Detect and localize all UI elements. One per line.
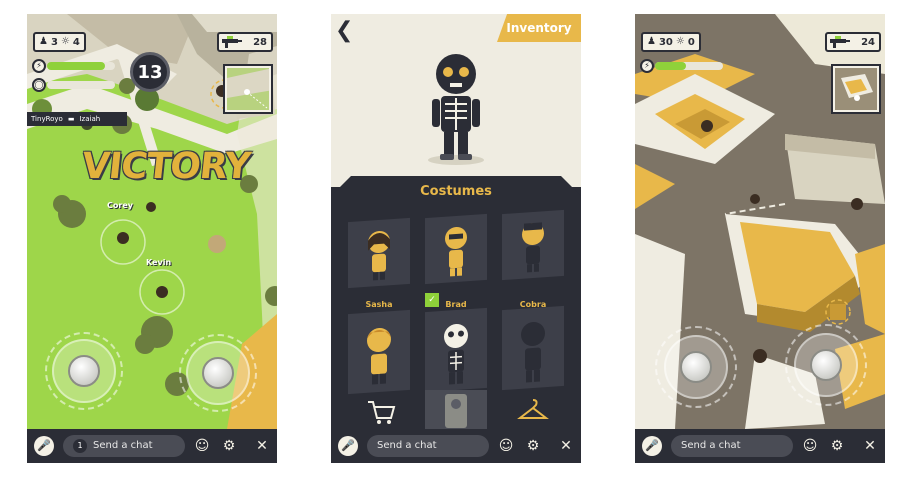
microphone-icon[interactable]: 🎤	[34, 436, 54, 456]
ammo-count: 28	[253, 36, 267, 48]
costume-figure	[445, 226, 467, 277]
shop-tab[interactable]	[348, 390, 410, 432]
victory-banner: VICTORY	[79, 146, 252, 187]
ammo-count: 24	[861, 36, 875, 48]
inventory-screen: ❮ Inventory Costumes Sasha Brad ✓ Cobra …	[331, 14, 581, 463]
move-joystick[interactable]	[664, 335, 728, 399]
aim-joystick[interactable]	[186, 341, 250, 405]
costume-icon	[445, 394, 467, 428]
player-count: 30	[658, 36, 673, 48]
chat-bar: 🎤 1 Send a chat ☺ ⚙ ✕	[27, 429, 277, 463]
costumes-tab[interactable]	[425, 390, 487, 432]
costume-label-sasha: Sasha	[365, 300, 393, 309]
chat-placeholder: Send a chat	[681, 440, 741, 451]
health-bar-fill	[47, 62, 105, 70]
friends-icon[interactable]: ☺	[801, 437, 819, 455]
costume-card-brad[interactable]	[425, 307, 487, 393]
alive-counter: 13	[130, 52, 170, 92]
health-bar	[655, 62, 723, 70]
friends-icon[interactable]: ☺	[193, 437, 211, 455]
ammo-box: 28	[217, 32, 273, 52]
move-joystick[interactable]	[52, 339, 116, 403]
costume-card[interactable]	[425, 213, 487, 285]
person-icon: ♟	[647, 36, 656, 47]
weapon-icon: ▬	[67, 115, 75, 123]
costume-card[interactable]	[348, 217, 410, 289]
hanger-icon	[517, 399, 549, 419]
health-icon: ⚡	[640, 59, 654, 73]
microphone-icon[interactable]: 🎤	[642, 436, 662, 456]
chat-bar: 🎤 Send a chat ☺ ⚙ ✕	[331, 429, 581, 463]
selected-check-icon: ✓	[425, 293, 439, 307]
gear-icon[interactable]: ⚙	[220, 437, 238, 455]
costume-figure	[368, 230, 390, 281]
chat-unread-badge: 1	[73, 439, 87, 453]
victim-name: Izaiah	[79, 115, 101, 123]
kill-feed: TinyRoyo ▬ Izaiah	[27, 112, 127, 126]
ammo-box: 24	[825, 32, 881, 52]
costume-figure	[522, 222, 544, 273]
player-count: 3	[50, 36, 58, 48]
chat-placeholder: Send a chat	[377, 440, 437, 451]
kills-icon: ☼	[60, 36, 70, 47]
victory-screen: ♟ 3 ☼ 4 28 ⚡ ◯ 13 TinyRoyo ▬ Izaiah VICT…	[27, 14, 277, 463]
player-name-kevin: Kevin	[146, 258, 172, 267]
aim-joystick-knob[interactable]	[202, 357, 234, 389]
costume-card-sasha[interactable]	[348, 309, 410, 395]
health-bar	[47, 62, 115, 70]
inventory-bottom-tabs	[331, 390, 581, 432]
health-bar-fill	[655, 62, 686, 70]
character-preview: ❮ Inventory	[331, 14, 581, 187]
person-icon: ♟	[39, 36, 48, 47]
microphone-icon[interactable]: 🎤	[338, 436, 358, 456]
game-map[interactable]: ♟ 3 ☼ 4 28 ⚡ ◯ 13 TinyRoyo ▬ Izaiah VICT…	[27, 14, 277, 429]
move-joystick-knob[interactable]	[680, 351, 712, 383]
minimap-terrain	[835, 68, 877, 110]
costume-card-cobra[interactable]	[502, 305, 564, 391]
friends-icon[interactable]: ☺	[497, 437, 515, 455]
gameplay-screen: ♟ 30 ☼ 0 24 ⚡ 🎤 Send a chat ☺ ⚙ ✕	[635, 14, 885, 463]
player-count-box: ♟ 30 ☼ 0	[641, 32, 701, 52]
close-icon[interactable]: ✕	[861, 437, 879, 455]
chat-bar: 🎤 Send a chat ☺ ⚙ ✕	[635, 429, 885, 463]
sasha-figure	[367, 327, 391, 385]
brad-figure	[444, 323, 468, 385]
game-map[interactable]: ♟ 30 ☼ 0 24 ⚡	[635, 14, 885, 429]
chat-input[interactable]: Send a chat	[671, 435, 793, 457]
kill-count: 4	[72, 36, 80, 48]
shield-icon: ◯	[32, 78, 46, 92]
player-count-box: ♟ 3 ☼ 4	[33, 32, 86, 52]
cart-icon	[368, 401, 396, 424]
chat-input[interactable]: Send a chat	[367, 435, 489, 457]
chat-input[interactable]: 1 Send a chat	[63, 435, 185, 457]
chat-placeholder: Send a chat	[93, 440, 153, 451]
cobra-silhouette	[521, 321, 545, 383]
alive-count: 13	[137, 61, 163, 83]
minimap[interactable]	[225, 66, 271, 112]
inventory-tab[interactable]: Inventory	[497, 14, 581, 42]
move-joystick-knob[interactable]	[68, 355, 100, 387]
kills-icon: ☼	[675, 36, 685, 47]
rifle-icon	[830, 36, 850, 48]
costume-card[interactable]	[502, 209, 564, 281]
player-name-corey: Corey	[107, 201, 133, 210]
minimap-terrain	[227, 68, 269, 110]
rifle-icon	[222, 36, 242, 48]
gear-icon[interactable]: ⚙	[524, 437, 542, 455]
minimap[interactable]	[833, 66, 879, 112]
gear-icon[interactable]: ⚙	[828, 437, 846, 455]
kill-count: 0	[687, 36, 695, 48]
aim-joystick-knob[interactable]	[810, 349, 842, 381]
back-button[interactable]: ❮	[335, 20, 355, 44]
health-icon: ⚡	[32, 59, 46, 73]
close-icon[interactable]: ✕	[557, 437, 575, 455]
costumes-title: Costumes	[420, 184, 492, 199]
killer-name: TinyRoyo	[31, 115, 63, 123]
aim-joystick[interactable]	[794, 333, 858, 397]
wardrobe-tab[interactable]	[502, 390, 564, 432]
close-icon[interactable]: ✕	[253, 437, 271, 455]
shield-bar	[47, 81, 115, 89]
